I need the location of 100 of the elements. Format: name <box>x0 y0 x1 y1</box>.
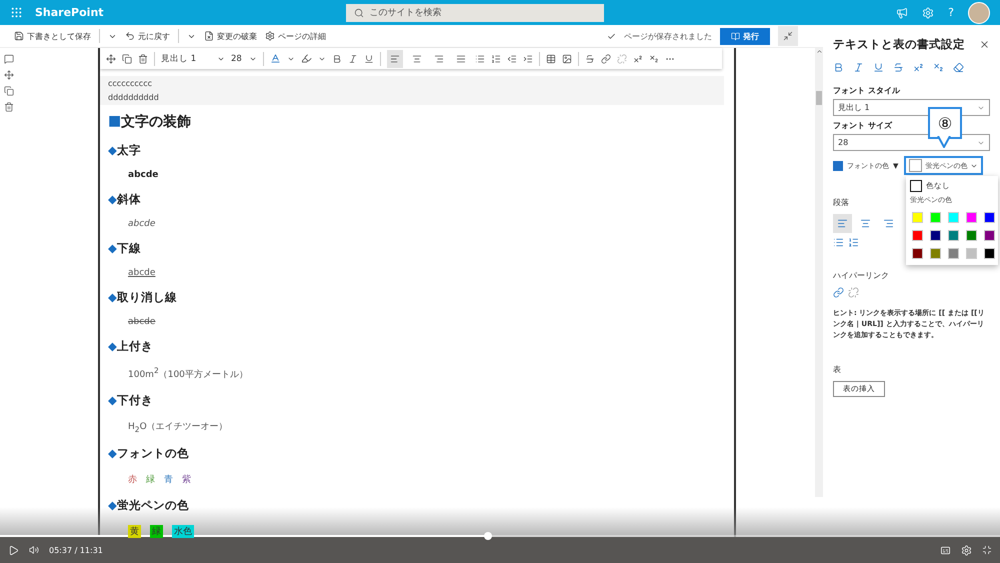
section-label: 段落 <box>833 197 849 208</box>
color-swatch[interactable] <box>984 248 995 259</box>
color-swatch[interactable] <box>966 248 977 259</box>
subscript-icon[interactable] <box>933 62 944 73</box>
text-line: cccccccccc <box>108 79 153 88</box>
sample-text: abcde <box>128 219 156 229</box>
trash-icon[interactable] <box>4 102 14 112</box>
callout-pointer <box>937 136 951 148</box>
save-icon[interactable] <box>14 31 24 41</box>
panel-title: テキストと表の書式設定 <box>833 36 965 52</box>
image-icon[interactable] <box>562 54 572 64</box>
move-icon[interactable] <box>106 54 116 64</box>
align-right-icon[interactable] <box>883 218 894 229</box>
outdent-icon[interactable] <box>507 54 517 64</box>
trash-icon[interactable] <box>138 54 148 64</box>
strikethrough-icon[interactable] <box>585 54 595 64</box>
scroll-up-icon[interactable] <box>816 48 822 55</box>
align-left-icon[interactable] <box>837 218 848 229</box>
font-color-icon[interactable] <box>270 53 281 64</box>
empty-swatch-icon <box>909 159 922 172</box>
undo-button[interactable]: 元に戻す <box>125 30 170 42</box>
scrollbar-thumb[interactable] <box>816 91 822 105</box>
collapse-icon[interactable] <box>783 31 793 41</box>
field-label: フォント サイズ <box>833 120 892 131</box>
volume-icon[interactable] <box>29 545 39 555</box>
comment-icon[interactable] <box>4 54 14 64</box>
settings-icon[interactable] <box>265 31 275 41</box>
close-icon[interactable] <box>979 38 990 50</box>
color-swatch[interactable] <box>984 212 995 223</box>
book-icon[interactable] <box>731 32 740 40</box>
color-swatch[interactable] <box>948 212 959 223</box>
align-center-icon[interactable] <box>860 218 871 229</box>
discard-button[interactable]: 変更の破棄 <box>204 30 257 42</box>
subheading: ◆斜体 <box>108 192 142 207</box>
move-icon[interactable] <box>4 70 14 80</box>
align-left-icon[interactable] <box>390 54 400 64</box>
bold-icon[interactable] <box>833 62 844 73</box>
italic-icon[interactable] <box>348 54 358 64</box>
publish-button[interactable]: 発行 <box>720 28 770 44</box>
avatar[interactable] <box>968 2 990 24</box>
sample-text: abcde <box>128 170 158 180</box>
undo-icon[interactable] <box>125 31 135 41</box>
highlighter-icon[interactable] <box>301 53 312 64</box>
bold-icon[interactable] <box>332 54 342 64</box>
app-launcher-icon[interactable] <box>10 6 23 19</box>
color-swatch[interactable] <box>930 248 941 259</box>
subheading: ◆下付き <box>108 393 154 408</box>
align-left-button[interactable] <box>833 214 852 233</box>
scrollbar[interactable] <box>815 48 823 497</box>
strikethrough-icon[interactable] <box>893 62 904 73</box>
subheading: ◆蛍光ペンの色 <box>108 498 190 513</box>
align-center-icon[interactable] <box>412 54 422 64</box>
progress-handle[interactable] <box>484 532 492 540</box>
heading: ■文字の装飾 <box>108 113 192 131</box>
heading-style-select[interactable]: 見出し 1 <box>161 52 225 64</box>
exit-fullscreen-icon[interactable] <box>982 544 992 554</box>
copy-icon[interactable] <box>122 54 132 64</box>
font-size-select[interactable]: 28 <box>231 54 257 64</box>
unlink-icon[interactable] <box>848 287 859 298</box>
link-icon[interactable] <box>833 287 844 298</box>
save-draft-button[interactable]: 下書きとして保存 <box>14 30 91 42</box>
color-swatch[interactable] <box>948 248 959 259</box>
eraser-icon[interactable] <box>953 62 964 73</box>
search-icon[interactable] <box>354 8 364 18</box>
color-swatch[interactable] <box>930 212 941 223</box>
superscript-icon[interactable] <box>913 62 924 73</box>
underline-icon[interactable] <box>364 54 374 64</box>
megaphone-icon[interactable] <box>896 6 908 18</box>
color-swatch[interactable] <box>930 230 941 241</box>
subscript-icon[interactable] <box>649 54 659 64</box>
italic-icon[interactable] <box>853 62 864 73</box>
copy-icon[interactable] <box>4 86 14 96</box>
section-label: 表 <box>833 364 841 375</box>
colored-text: 緑 <box>146 474 155 486</box>
document-icon[interactable] <box>204 31 214 41</box>
superscript-icon[interactable] <box>633 54 643 64</box>
align-justify-icon[interactable] <box>456 54 466 64</box>
color-swatch[interactable] <box>912 248 923 259</box>
color-swatch[interactable] <box>966 212 977 223</box>
bullet-list-icon[interactable] <box>475 54 485 64</box>
numbered-list-icon[interactable] <box>491 54 501 64</box>
page-details-button[interactable]: ページの詳細 <box>265 30 326 42</box>
link-icon[interactable] <box>601 54 611 64</box>
table-icon[interactable] <box>546 54 556 64</box>
color-swatch[interactable] <box>984 230 995 241</box>
numbered-list-icon[interactable] <box>848 237 859 248</box>
color-swatch[interactable] <box>966 230 977 241</box>
indent-icon[interactable] <box>523 54 533 64</box>
align-right-icon[interactable] <box>434 54 444 64</box>
play-icon[interactable] <box>8 544 19 556</box>
color-swatch[interactable] <box>912 230 923 241</box>
collapse-button[interactable] <box>778 26 798 46</box>
captions-icon[interactable] <box>940 544 951 556</box>
align-left-button[interactable] <box>387 50 403 68</box>
color-swatch[interactable] <box>948 230 959 241</box>
search-field[interactable]: このサイトを検索 <box>346 4 604 22</box>
underline-icon[interactable] <box>873 62 884 73</box>
sample-text: 100m$^{2}$（100平方メートル） <box>128 366 248 381</box>
check-icon[interactable] <box>607 32 616 40</box>
color-swatch[interactable] <box>912 212 923 223</box>
